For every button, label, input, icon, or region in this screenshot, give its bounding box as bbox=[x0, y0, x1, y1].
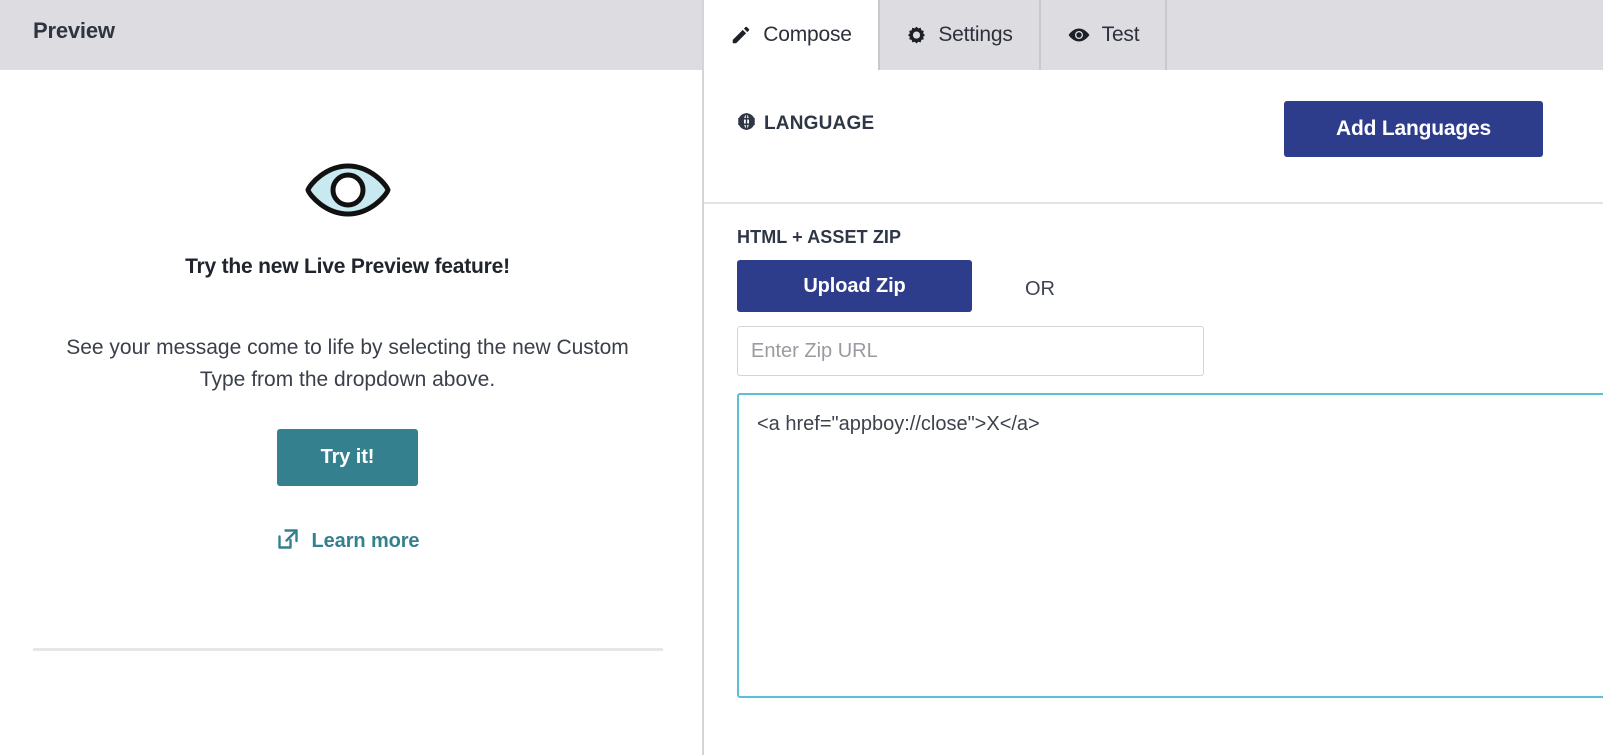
zip-section-label: HTML + ASSET ZIP bbox=[737, 227, 901, 248]
tab-test-label: Test bbox=[1102, 23, 1140, 47]
promo-heading: Try the new Live Preview feature! bbox=[0, 255, 695, 279]
section-divider bbox=[704, 202, 1603, 204]
pencil-icon bbox=[730, 24, 752, 46]
eye-icon bbox=[304, 160, 392, 225]
tab-settings-label: Settings bbox=[938, 23, 1012, 47]
preview-body: Try the new Live Preview feature! See yo… bbox=[0, 70, 703, 755]
code-editor-wrap bbox=[737, 393, 1603, 703]
external-link-icon bbox=[276, 527, 300, 556]
page-title: Preview bbox=[33, 18, 115, 44]
promo-body: See your message come to life by selecti… bbox=[60, 332, 635, 396]
tab-test[interactable]: Test bbox=[1041, 0, 1167, 70]
add-languages-button[interactable]: Add Languages bbox=[1284, 101, 1543, 157]
tab-compose-label: Compose bbox=[763, 23, 851, 47]
learn-more-label: Learn more bbox=[312, 530, 420, 553]
preview-header: Preview bbox=[0, 0, 703, 70]
or-label: OR bbox=[1025, 278, 1055, 301]
globe-icon bbox=[737, 112, 756, 136]
html-code-textarea[interactable] bbox=[737, 393, 1603, 698]
preview-panel: Preview Try the new Live Preview feature… bbox=[0, 0, 703, 755]
eye-icon bbox=[1067, 23, 1091, 47]
try-it-button[interactable]: Try it! bbox=[277, 429, 418, 486]
learn-more-link[interactable]: Learn more bbox=[0, 527, 695, 556]
upload-zip-button[interactable]: Upload Zip bbox=[737, 260, 972, 312]
tab-compose[interactable]: Compose bbox=[704, 0, 880, 70]
gear-icon bbox=[906, 25, 927, 46]
eye-illustration bbox=[0, 160, 695, 225]
tab-strip: Compose Settings Test bbox=[704, 0, 1603, 70]
app-root: Preview Try the new Live Preview feature… bbox=[0, 0, 1603, 755]
zip-url-input[interactable] bbox=[737, 326, 1204, 376]
language-label: LANGUAGE bbox=[764, 113, 874, 135]
editor-panel: Compose Settings Test bbox=[704, 0, 1603, 755]
tab-settings[interactable]: Settings bbox=[880, 0, 1041, 70]
divider bbox=[33, 648, 663, 651]
language-section: LANGUAGE Add Languages bbox=[704, 70, 1603, 202]
language-label-group: LANGUAGE bbox=[737, 112, 874, 136]
